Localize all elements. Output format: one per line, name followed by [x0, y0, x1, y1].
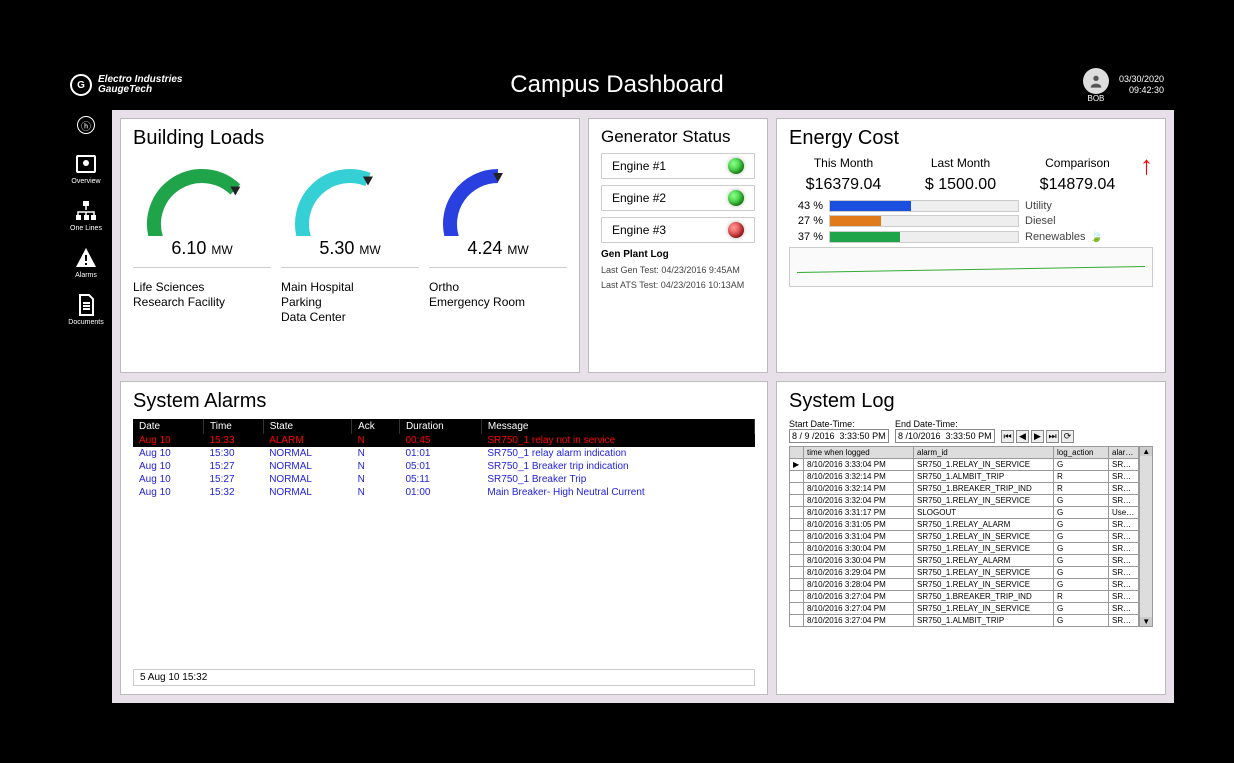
- log-header[interactable]: alarm_message: [1109, 447, 1139, 459]
- log-row[interactable]: 8/10/2016 3:32:14 PMSR750_1.ALMBIT_TRIPR…: [790, 471, 1139, 483]
- log-header[interactable]: [790, 447, 804, 459]
- energy-cost-card: Energy Cost This Month $16379.04 Last Mo…: [776, 118, 1166, 373]
- log-scrollbar[interactable]: [1139, 446, 1153, 627]
- page-title: Campus Dashboard: [510, 71, 723, 99]
- log-row[interactable]: 8/10/2016 3:30:04 PMSR750_1.RELAY_ALARMG…: [790, 555, 1139, 567]
- log-end-input[interactable]: [895, 429, 995, 443]
- gen-last-test: Last Gen Test: 04/23/2016 9:45AM: [601, 265, 755, 275]
- app-window: G Electro Industries GaugeTech Campus Da…: [60, 60, 1174, 703]
- energy-last-month: $ 1500.00: [906, 176, 1015, 194]
- sidebar-item-overview[interactable]: Overview: [71, 152, 100, 185]
- log-first-button[interactable]: ⏮: [1001, 430, 1014, 443]
- log-row[interactable]: ▶8/10/2016 3:33:04 PMSR750_1.RELAY_IN_SE…: [790, 459, 1139, 471]
- system-log-card: System Log Start Date-Time: End Date-Tim…: [776, 381, 1166, 695]
- energy-bar-1: 27 % Diesel: [789, 215, 1153, 227]
- log-header[interactable]: alarm_id: [914, 447, 1054, 459]
- content: Building Loads 6.10 MW Life SciencesRese…: [112, 110, 1174, 703]
- datetime: 03/30/2020 09:42:30: [1119, 74, 1164, 96]
- alarms-table[interactable]: DateTimeStateAckDurationMessage Aug 1015…: [133, 419, 755, 499]
- alarm-row[interactable]: Aug 1015:27NORMALN05:11SR750_1 Breaker T…: [133, 473, 755, 486]
- log-row[interactable]: 8/10/2016 3:32:04 PMSR750_1.RELAY_IN_SER…: [790, 495, 1139, 507]
- gauge-icon: [281, 156, 419, 236]
- sidebar-item-documents[interactable]: Documents: [68, 293, 103, 326]
- log-last-button[interactable]: ⏭: [1046, 430, 1059, 443]
- log-row[interactable]: 8/10/2016 3:32:14 PMSR750_1.BREAKER_TRIP…: [790, 483, 1139, 495]
- gauge-icon: [133, 156, 271, 236]
- engine-row-1[interactable]: Engine #2: [601, 185, 755, 211]
- generator-title: Generator Status: [601, 127, 755, 147]
- log-row[interactable]: 8/10/2016 3:27:04 PMSR750_1.RELAY_IN_SER…: [790, 603, 1139, 615]
- engine-row-2[interactable]: Engine #3: [601, 217, 755, 243]
- log-header[interactable]: time when logged: [804, 447, 914, 459]
- sidebar-item-one-lines[interactable]: One Lines: [70, 199, 102, 232]
- user-name: BOB: [1083, 94, 1109, 103]
- leaf-icon: 🍃: [1090, 230, 1104, 243]
- hierarchy-icon: [74, 199, 98, 223]
- load-gauge-0[interactable]: 6.10 MW Life SciencesResearch Facility: [133, 156, 271, 330]
- status-led-icon: [728, 222, 744, 238]
- document-icon: [74, 293, 98, 317]
- map-pin-icon: [74, 152, 98, 176]
- log-nav-buttons: ⏮ ◀ ▶ ⏭ ⟳: [1001, 430, 1074, 443]
- generator-status-card: Generator Status Engine #1 Engine #2 Eng…: [588, 118, 768, 373]
- building-loads-title: Building Loads: [133, 127, 567, 150]
- alarm-header[interactable]: Duration: [399, 419, 481, 434]
- brand-logo-icon: G: [70, 74, 92, 96]
- log-table[interactable]: time when loggedalarm_idlog_actionalarm_…: [789, 446, 1139, 627]
- energy-this-month: $16379.04: [789, 176, 898, 194]
- alarm-row[interactable]: Aug 1015:30NORMALN01:01SR750_1 relay ala…: [133, 447, 755, 460]
- sidebar: ⓗ Overview One Lines Alarms Documents: [60, 110, 112, 703]
- energy-comparison: $14879.04: [1023, 176, 1132, 194]
- system-alarms-title: System Alarms: [133, 390, 755, 413]
- sidebar-item-alarms[interactable]: Alarms: [74, 246, 98, 279]
- log-row[interactable]: 8/10/2016 3:29:04 PMSR750_1.RELAY_IN_SER…: [790, 567, 1139, 579]
- gauge-icon: [429, 156, 567, 236]
- alarm-footer: 5 Aug 10 15:32: [133, 669, 755, 686]
- collapse-button[interactable]: ⓗ: [77, 116, 95, 134]
- status-led-icon: [728, 190, 744, 206]
- energy-sparkline: [789, 247, 1153, 287]
- header: G Electro Industries GaugeTech Campus Da…: [60, 60, 1174, 110]
- energy-bar-0: 43 % Utility: [789, 200, 1153, 212]
- log-row[interactable]: 8/10/2016 3:27:04 PMSR750_1.BREAKER_TRIP…: [790, 591, 1139, 603]
- trend-up-icon: ↑: [1140, 156, 1153, 174]
- log-refresh-button[interactable]: ⟳: [1061, 430, 1074, 443]
- log-row[interactable]: 8/10/2016 3:31:05 PMSR750_1.RELAY_ALARMG…: [790, 519, 1139, 531]
- brand: G Electro Industries GaugeTech: [70, 74, 182, 96]
- alarm-header[interactable]: Ack: [352, 419, 400, 434]
- alarm-header[interactable]: Date: [133, 419, 203, 434]
- energy-bar-2: 37 % Renewables 🍃: [789, 230, 1153, 243]
- alarm-row[interactable]: Aug 1015:27NORMALN05:01SR750_1 Breaker t…: [133, 460, 755, 473]
- log-prev-button[interactable]: ◀: [1016, 430, 1029, 443]
- alarm-header[interactable]: State: [263, 419, 351, 434]
- log-row[interactable]: 8/10/2016 3:31:17 PMSLOGOUTGUser: IEMS@C…: [790, 507, 1139, 519]
- energy-title: Energy Cost: [789, 127, 1153, 150]
- log-row[interactable]: 8/10/2016 3:30:04 PMSR750_1.RELAY_IN_SER…: [790, 543, 1139, 555]
- load-gauge-1[interactable]: 5.30 MW Main HospitalParkingData Center: [281, 156, 419, 330]
- status-led-icon: [728, 158, 744, 174]
- gen-log-title: Gen Plant Log: [601, 249, 755, 260]
- alarm-row[interactable]: Aug 1015:33ALARMN00:45SR750_1 relay not …: [133, 434, 755, 447]
- alarm-row[interactable]: Aug 1015:32NORMALN01:00Main Breaker- Hig…: [133, 486, 755, 499]
- log-row[interactable]: 8/10/2016 3:27:04 PMSR750_1.ALMBIT_TRIPG…: [790, 615, 1139, 627]
- building-loads-card: Building Loads 6.10 MW Life SciencesRese…: [120, 118, 580, 373]
- brand-line2: GaugeTech: [98, 85, 182, 95]
- log-start-input[interactable]: [789, 429, 889, 443]
- log-row[interactable]: 8/10/2016 3:31:04 PMSR750_1.RELAY_IN_SER…: [790, 531, 1139, 543]
- engine-row-0[interactable]: Engine #1: [601, 153, 755, 179]
- gen-last-ats: Last ATS Test: 04/23/2016 10:13AM: [601, 280, 755, 290]
- load-gauge-2[interactable]: 4.24 MW OrthoEmergency Room: [429, 156, 567, 330]
- alarm-header[interactable]: Time: [203, 419, 263, 434]
- alarm-header[interactable]: Message: [481, 419, 754, 434]
- log-next-button[interactable]: ▶: [1031, 430, 1044, 443]
- system-log-title: System Log: [789, 390, 1153, 413]
- system-alarms-card: System Alarms DateTimeStateAckDurationMe…: [120, 381, 768, 695]
- avatar-icon[interactable]: [1083, 68, 1109, 94]
- log-header[interactable]: log_action: [1054, 447, 1109, 459]
- warning-icon: [74, 246, 98, 270]
- log-row[interactable]: 8/10/2016 3:28:04 PMSR750_1.RELAY_IN_SER…: [790, 579, 1139, 591]
